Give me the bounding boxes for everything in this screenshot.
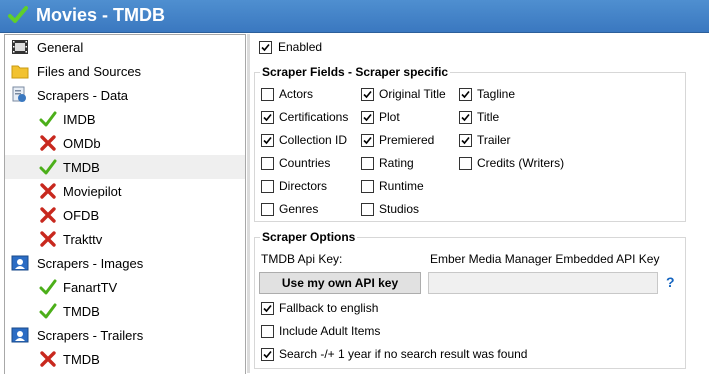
tagline-checkbox[interactable] [459,88,472,101]
enabled-label: Enabled [278,40,323,54]
x-icon [39,134,57,152]
plot-label: Plot [379,110,400,124]
collection-id-checkbox[interactable] [261,134,274,147]
check-icon [39,110,57,128]
sidebar-item-label: TMDB [63,160,100,175]
actors-label: Actors [279,87,314,101]
help-icon[interactable]: ? [666,274,675,290]
splitter[interactable] [247,34,250,373]
sidebar-item-label: TMDB [63,304,100,319]
collection-id-label: Collection ID [279,133,348,147]
folder-icon [11,62,29,80]
api-key-value: Ember Media Manager Embedded API Key [430,252,660,266]
sidebar-item-omdb[interactable]: OMDb [5,131,245,155]
certifications-checkbox[interactable] [261,111,274,124]
use-own-api-key-button[interactable]: Use my own API key [259,272,421,294]
settings-tree[interactable]: General Files and Sources Scrapers - Dat… [4,34,246,374]
sidebar-item-label: Scrapers - Images [37,256,144,271]
runtime-label: Runtime [379,179,424,193]
studios-label: Studios [379,202,420,216]
sidebar-item-files-sources[interactable]: Files and Sources [5,59,245,83]
search-year-range-checkbox[interactable] [261,348,274,361]
rating-checkbox[interactable] [361,157,374,170]
rating-label: Rating [379,156,414,170]
trailer-label: Trailer [477,133,511,147]
trailer-checkbox[interactable] [459,134,472,147]
api-key-label: TMDB Api Key: [261,252,343,266]
sidebar-item-label: OMDb [63,136,101,151]
sidebar-item-trakttv[interactable]: Trakttv [5,227,245,251]
check-icon [8,5,28,28]
sidebar-item-label: FanartTV [63,280,118,295]
plot-checkbox[interactable] [361,111,374,124]
genres-checkbox[interactable] [261,203,274,216]
include-adult-label: Include Adult Items [279,324,381,338]
original-title-label: Original Title [379,87,446,101]
fallback-english-checkbox[interactable] [261,302,274,315]
api-key-input[interactable] [428,272,658,294]
x-icon [39,350,57,368]
studios-checkbox[interactable] [361,203,374,216]
film-icon [11,38,29,56]
x-icon [39,206,57,224]
premiered-label: Premiered [379,133,435,147]
scraper-fields-title: Scraper Fields - Scraper specific [260,65,451,79]
check-icon [39,158,57,176]
window-title: Movies - TMDB [36,5,166,25]
data-scraper-icon [11,86,29,104]
settings-panel: Enabled Scraper Fields - Scraper specifi… [252,34,709,373]
runtime-checkbox[interactable] [361,180,374,193]
actors-checkbox[interactable] [261,88,274,101]
directors-label: Directors [279,179,328,193]
check-icon [39,278,57,296]
enabled-checkbox[interactable] [259,41,272,54]
directors-checkbox[interactable] [261,180,274,193]
countries-checkbox[interactable] [261,157,274,170]
title-checkbox[interactable] [459,111,472,124]
sidebar-item-tmdb-trailers[interactable]: TMDB [5,347,245,371]
sidebar-item-general[interactable]: General [5,35,245,59]
original-title-checkbox[interactable] [361,88,374,101]
sidebar-item-label: Scrapers - Data [37,88,129,103]
sidebar-item-label: Scrapers - Trailers [37,328,144,343]
sidebar-item-moviepilot[interactable]: Moviepilot [5,179,245,203]
image-scraper-icon [11,254,29,272]
x-icon [39,230,57,248]
countries-label: Countries [279,156,331,170]
title-label: Title [477,110,500,124]
credits-writers-checkbox[interactable] [459,157,472,170]
certifications-label: Certifications [279,110,349,124]
sidebar-item-label: General [37,40,84,55]
title-bar: Movies - TMDB [0,0,709,33]
x-icon [39,182,57,200]
sidebar-item-label: IMDB [63,112,96,127]
trailer-scraper-icon [11,326,29,344]
sidebar-item-label: Trakttv [63,232,103,247]
check-icon [39,302,57,320]
sidebar-item-label: Moviepilot [63,184,122,199]
sidebar-item-imdb[interactable]: IMDB [5,107,245,131]
sidebar-item-tmdb-data[interactable]: TMDB [5,155,245,179]
sidebar-item-fanarttv[interactable]: FanartTV [5,275,245,299]
search-year-range-label: Search -/+ 1 year if no search result wa… [279,347,528,361]
credits-writers-label: Credits (Writers) [477,156,565,170]
scraper-options-title: Scraper Options [260,230,358,244]
genres-label: Genres [279,202,319,216]
tagline-label: Tagline [477,87,516,101]
include-adult-checkbox[interactable] [261,325,274,338]
fallback-english-label: Fallback to english [279,301,379,315]
sidebar-item-ofdb[interactable]: OFDB [5,203,245,227]
sidebar-item-scrapers-trailers[interactable]: Scrapers - Trailers [5,323,245,347]
sidebar-item-label: TMDB [63,352,100,367]
sidebar-item-scrapers-images[interactable]: Scrapers - Images [5,251,245,275]
sidebar-item-label: OFDB [63,208,100,223]
sidebar-item-label: Files and Sources [37,64,142,79]
sidebar-item-tmdb-images[interactable]: TMDB [5,299,245,323]
premiered-checkbox[interactable] [361,134,374,147]
sidebar-item-scrapers-data[interactable]: Scrapers - Data [5,83,245,107]
